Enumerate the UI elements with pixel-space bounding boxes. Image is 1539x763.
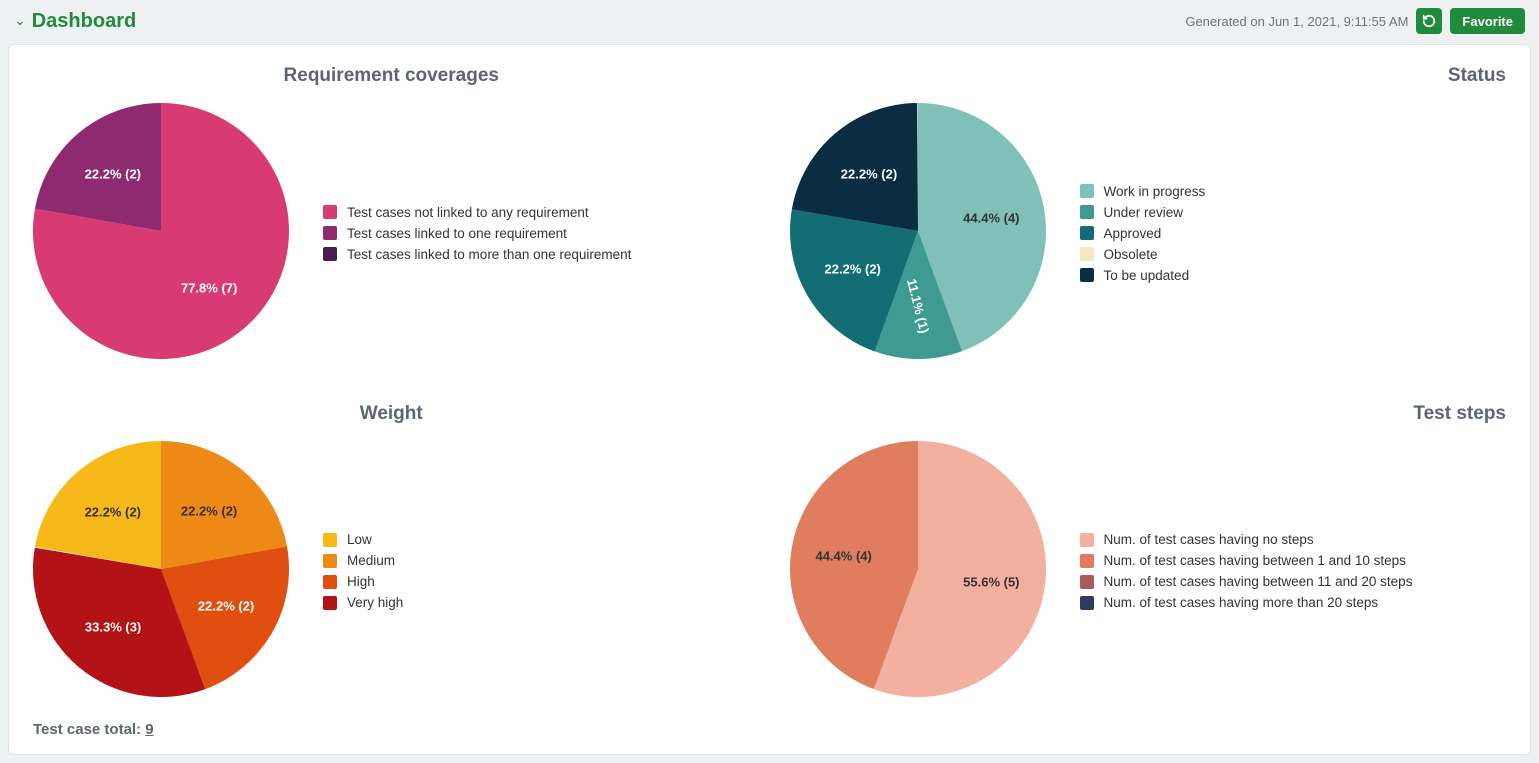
total-value[interactable]: 9 bbox=[145, 721, 153, 738]
legend-swatch bbox=[323, 247, 337, 261]
legend-item[interactable]: Test cases linked to one requirement bbox=[323, 226, 631, 241]
chart-title: Requirement coverages bbox=[33, 65, 750, 87]
legend-label: Num. of test cases having no steps bbox=[1104, 532, 1314, 547]
header-right: Generated on Jun 1, 2021, 9:11:55 AM Fav… bbox=[1185, 8, 1525, 34]
legend-swatch bbox=[1080, 247, 1094, 261]
legend-swatch bbox=[323, 205, 337, 219]
legend-swatch bbox=[1080, 575, 1094, 589]
legend-label: Very high bbox=[347, 595, 403, 610]
legend-item[interactable]: Very high bbox=[323, 595, 403, 610]
legend-item[interactable]: Test cases linked to more than one requi… bbox=[323, 247, 631, 262]
header-left: ⌄ Dashboard bbox=[14, 10, 136, 33]
refresh-button[interactable] bbox=[1416, 8, 1442, 34]
refresh-icon bbox=[1422, 14, 1436, 28]
total-label: Test case total: bbox=[33, 721, 145, 738]
legend-label: To be updated bbox=[1104, 268, 1190, 283]
legend-item[interactable]: Obsolete bbox=[1080, 247, 1206, 262]
chart-cell: Weight 22.2% (2)22.2% (2)22.2% (2)33.3% (… bbox=[33, 403, 750, 701]
legend-swatch bbox=[323, 596, 337, 610]
chart-cell: Test steps 55.6% (5)44.4% (4) Num. of test… bbox=[790, 403, 1507, 701]
chart-legend: Test cases not linked to any requirement… bbox=[323, 205, 631, 262]
legend-item[interactable]: Test cases not linked to any requirement bbox=[323, 205, 631, 220]
legend-label: High bbox=[347, 574, 375, 589]
legend-label: Approved bbox=[1104, 226, 1162, 241]
dashboard-panel: Requirement coverages 77.8% (7)22.2% (2) T… bbox=[8, 44, 1531, 755]
pie-slice[interactable] bbox=[35, 103, 161, 231]
legend-swatch bbox=[323, 575, 337, 589]
legend-item[interactable]: To be updated bbox=[1080, 268, 1206, 283]
legend-swatch bbox=[1080, 268, 1094, 282]
chart-row: 44.4% (4)11.1% (1)22.2% (2)22.2% (2) Work… bbox=[790, 103, 1507, 363]
test-case-total: Test case total: 9 bbox=[33, 721, 1506, 738]
charts-grid: Requirement coverages 77.8% (7)22.2% (2) T… bbox=[33, 65, 1506, 701]
chart-title: Test steps bbox=[790, 403, 1507, 425]
legend-label: Medium bbox=[347, 553, 395, 568]
legend-swatch bbox=[323, 533, 337, 547]
generated-timestamp: Generated on Jun 1, 2021, 9:11:55 AM bbox=[1185, 14, 1408, 29]
legend-swatch bbox=[1080, 533, 1094, 547]
legend-swatch bbox=[323, 226, 337, 240]
legend-swatch bbox=[1080, 554, 1094, 568]
legend-item[interactable]: Under review bbox=[1080, 205, 1206, 220]
legend-label: Test cases not linked to any requirement bbox=[347, 205, 589, 220]
pie-chart: 55.6% (5)44.4% (4) bbox=[790, 441, 1050, 701]
legend-item[interactable]: Num. of test cases having between 11 and… bbox=[1080, 574, 1413, 589]
legend-swatch bbox=[1080, 226, 1094, 240]
legend-swatch bbox=[1080, 596, 1094, 610]
chart-cell: Requirement coverages 77.8% (7)22.2% (2) T… bbox=[33, 65, 750, 363]
legend-label: Test cases linked to more than one requi… bbox=[347, 247, 631, 262]
legend-item[interactable]: Medium bbox=[323, 553, 403, 568]
pie-slice[interactable] bbox=[161, 441, 287, 569]
legend-swatch bbox=[323, 554, 337, 568]
chart-title: Status bbox=[790, 65, 1507, 87]
chart-row: 55.6% (5)44.4% (4) Num. of test cases hav… bbox=[790, 441, 1507, 701]
chart-title: Weight bbox=[33, 403, 750, 425]
legend-swatch bbox=[1080, 205, 1094, 219]
chart-legend: Num. of test cases having no steps Num. o… bbox=[1080, 532, 1413, 610]
legend-item[interactable]: Num. of test cases having more than 20 s… bbox=[1080, 595, 1413, 610]
pie-slice[interactable] bbox=[791, 103, 917, 231]
pie-chart: 44.4% (4)11.1% (1)22.2% (2)22.2% (2) bbox=[790, 103, 1050, 363]
legend-item[interactable]: Approved bbox=[1080, 226, 1206, 241]
legend-label: Work in progress bbox=[1104, 184, 1206, 199]
legend-label: Obsolete bbox=[1104, 247, 1158, 262]
chart-legend: Low Medium High Very high bbox=[323, 532, 403, 610]
legend-label: Num. of test cases having more than 20 s… bbox=[1104, 595, 1379, 610]
legend-label: Num. of test cases having between 1 and … bbox=[1104, 553, 1406, 568]
legend-label: Num. of test cases having between 11 and… bbox=[1104, 574, 1413, 589]
chart-row: 77.8% (7)22.2% (2) Test cases not linked … bbox=[33, 103, 750, 363]
chart-row: 22.2% (2)22.2% (2)22.2% (2)33.3% (3) Low M… bbox=[33, 441, 750, 701]
pie-chart: 22.2% (2)22.2% (2)22.2% (2)33.3% (3) bbox=[33, 441, 293, 701]
legend-label: Under review bbox=[1104, 205, 1184, 220]
dashboard-header: ⌄ Dashboard Generated on Jun 1, 2021, 9:… bbox=[0, 0, 1539, 38]
legend-item[interactable]: Num. of test cases having between 1 and … bbox=[1080, 553, 1413, 568]
legend-item[interactable]: Num. of test cases having no steps bbox=[1080, 532, 1413, 547]
pie-chart: 77.8% (7)22.2% (2) bbox=[33, 103, 293, 363]
legend-item[interactable]: High bbox=[323, 574, 403, 589]
legend-item[interactable]: Low bbox=[323, 532, 403, 547]
chart-cell: Status 44.4% (4)11.1% (1)22.2% (2)22.2% (… bbox=[790, 65, 1507, 363]
chevron-down-icon[interactable]: ⌄ bbox=[14, 12, 26, 29]
legend-label: Low bbox=[347, 532, 372, 547]
legend-swatch bbox=[1080, 184, 1094, 198]
legend-item[interactable]: Work in progress bbox=[1080, 184, 1206, 199]
pie-slice[interactable] bbox=[35, 441, 161, 569]
legend-label: Test cases linked to one requirement bbox=[347, 226, 567, 241]
chart-legend: Work in progress Under review Approved Obso… bbox=[1080, 184, 1206, 283]
page-title: Dashboard bbox=[32, 10, 136, 33]
favorite-button[interactable]: Favorite bbox=[1450, 8, 1525, 34]
